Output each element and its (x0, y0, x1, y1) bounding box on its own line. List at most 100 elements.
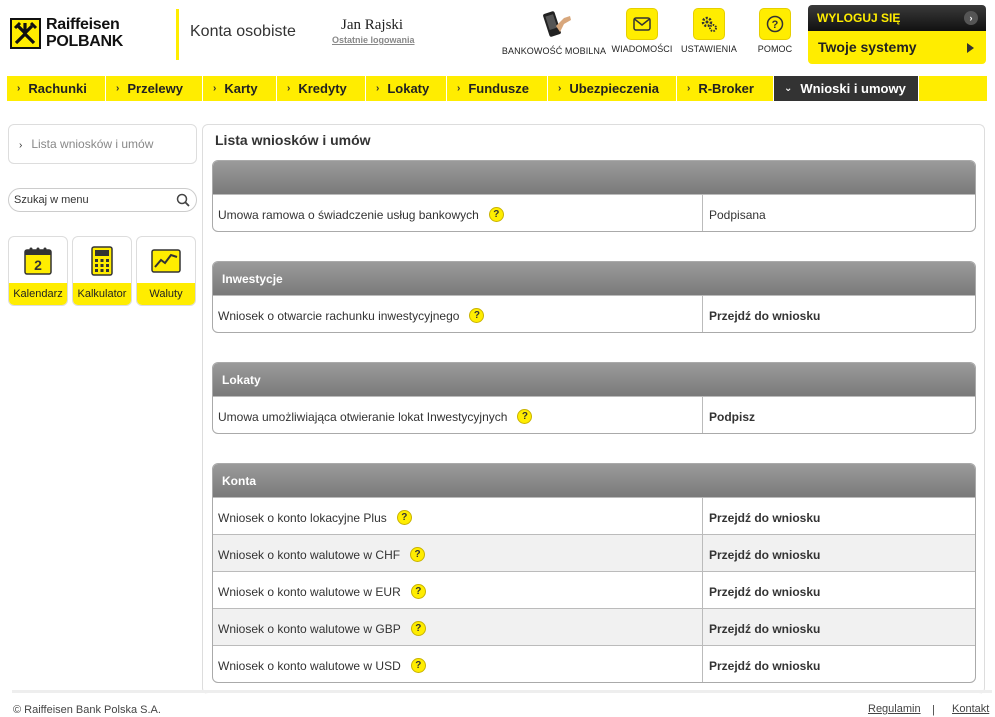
column-divider (702, 498, 703, 534)
logout-button[interactable]: WYLOGUJ SIĘ › (808, 5, 986, 31)
sidebar-item-label: Lista wniosków i umów (31, 137, 154, 151)
go-to-application-link[interactable]: Przejdź do wniosku (709, 585, 820, 599)
row-name-text: Wniosek o konto walutowe w USD (218, 659, 401, 673)
table-row: Wniosek o konto walutowe w CHF? Przejdź … (213, 534, 975, 571)
search-icon[interactable] (176, 193, 190, 212)
go-to-application-link[interactable]: Przejdź do wniosku (709, 309, 820, 323)
help-icon[interactable]: ? (410, 547, 426, 562)
column-divider (702, 646, 703, 682)
help-icon[interactable]: ? (410, 658, 426, 673)
settings-icon (693, 8, 725, 40)
nav-item-lokaty[interactable]: › Lokaty (366, 76, 447, 101)
chevron-right-icon: › (964, 11, 978, 25)
help-icon[interactable]: ? (410, 584, 426, 599)
column-divider (702, 397, 703, 433)
footer-link-regulamin[interactable]: Regulamin (868, 703, 921, 715)
main-nav: › Rachunki › Przelewy › Karty › Kredyty › Lok… (7, 76, 987, 101)
nav-item-r-broker[interactable]: › R-Broker (677, 76, 774, 101)
main-panel: Lista wniosków i umów Umowa ramowa o świ… (202, 124, 985, 694)
row-name: Wniosek o konto walutowe w EUR? (218, 584, 426, 599)
help-icon[interactable]: ? (396, 510, 412, 525)
section-title: Konta osobiste (190, 23, 296, 40)
svg-text:?: ? (772, 19, 779, 31)
row-name-text: Umowa umożliwiająca otwieranie lokat Inw… (218, 410, 508, 424)
nav-item-ubezpieczenia[interactable]: › Ubezpieczenia (548, 76, 677, 101)
mobile-banking-icon (534, 8, 574, 42)
nav-item-label: Karty (224, 81, 258, 96)
table-row: Wniosek o konto walutowe w EUR? Przejdź … (213, 571, 975, 608)
search-input[interactable] (14, 194, 164, 206)
group-header: Konta (213, 464, 975, 497)
nav-item-wnioski-i-umowy[interactable]: ⌄ Wnioski i umowy (774, 76, 919, 101)
group-header (213, 161, 975, 194)
nav-item-label: Przelewy (127, 81, 183, 96)
go-to-application-link[interactable]: Przejdź do wniosku (709, 548, 820, 562)
footer-link-kontakt[interactable]: Kontakt (952, 703, 989, 715)
chevron-right-icon: › (687, 83, 691, 94)
nav-item-label: Fundusze (468, 81, 530, 96)
chevron-right-icon: › (116, 83, 120, 94)
group-konta: Konta Wniosek o konto lokacyjne Plus? Pr… (212, 463, 976, 683)
chevron-right-icon: › (287, 83, 291, 94)
go-to-application-link[interactable]: Przejdź do wniosku (709, 659, 820, 673)
help-label: POMOC (757, 44, 793, 54)
nav-item-label: Rachunki (28, 81, 87, 96)
calculator-tool-label: Kalkulator (73, 283, 131, 305)
settings-button[interactable]: USTAWIENIA (678, 8, 740, 54)
column-divider (702, 535, 703, 571)
footer-separator: | (932, 704, 935, 716)
header: Raiffeisen POLBANK Konta osobiste Jan Ra… (0, 0, 995, 70)
logo-text-polbank: POLBANK (46, 33, 124, 50)
sidebar-item-lista-wnioskow[interactable]: › Lista wniosków i umów (8, 124, 197, 164)
your-systems-label: Twoje systemy (818, 39, 917, 55)
table-row: Wniosek o konto lokacyjne Plus? Przejdź … (213, 497, 975, 534)
help-icon[interactable]: ? (517, 409, 533, 424)
go-to-application-link[interactable]: Przejdź do wniosku (709, 622, 820, 636)
group-header: Inwestycje (213, 262, 975, 295)
calculator-tool[interactable]: Kalkulator (72, 236, 132, 306)
help-button[interactable]: ? POMOC (755, 8, 795, 54)
nav-item-kredyty[interactable]: › Kredyty (277, 76, 366, 101)
nav-item-karty[interactable]: › Karty (203, 76, 277, 101)
calendar-tool-label: Kalendarz (9, 283, 67, 305)
bank-logo[interactable]: Raiffeisen POLBANK (10, 16, 130, 52)
nav-item-label: Lokaty (387, 81, 430, 96)
settings-label: USTAWIENIA (680, 44, 737, 54)
column-divider (702, 296, 703, 332)
logo-text-raiffeisen: Raiffeisen (46, 16, 120, 33)
table-row: Wniosek o otwarcie rachunku inwestycyjne… (213, 295, 975, 332)
help-icon[interactable]: ? (469, 308, 485, 323)
nav-item-rachunki[interactable]: › Rachunki (7, 76, 106, 101)
group-inwestycje: Inwestycje Wniosek o otwarcie rachunku i… (212, 261, 976, 333)
row-name-text: Wniosek o otwarcie rachunku inwestycyjne… (218, 309, 460, 323)
user-name: Jan Rajski (341, 17, 404, 33)
messages-icon (626, 8, 658, 40)
chevron-down-icon: ⌄ (784, 83, 793, 94)
chevron-right-icon: › (19, 140, 23, 151)
row-name-text: Wniosek o konto walutowe w EUR (218, 585, 401, 599)
nav-item-przelewy[interactable]: › Przelewy (106, 76, 203, 101)
mobile-banking-button[interactable]: BANKOWOŚĆ MOBILNA (500, 8, 608, 56)
row-name: Wniosek o konto walutowe w USD? (218, 658, 426, 673)
row-name-text: Wniosek o konto walutowe w CHF (218, 548, 401, 562)
sign-link[interactable]: Podpisz (709, 410, 755, 424)
your-systems-button[interactable]: Twoje systemy (808, 31, 986, 64)
nav-item-fundusze[interactable]: › Fundusze (447, 76, 548, 101)
row-name: Wniosek o konto walutowe w GBP? (218, 621, 426, 636)
help-icon[interactable]: ? (410, 621, 426, 636)
help-icon[interactable]: ? (488, 207, 504, 222)
table-row: Wniosek o konto walutowe w USD? Przejdź … (213, 645, 975, 682)
messages-button[interactable]: WIADOMOŚCI (610, 8, 674, 54)
row-name-text: Umowa ramowa o świadczenie usług bankowy… (218, 208, 479, 222)
messages-label: WIADOMOŚCI (611, 44, 673, 54)
calendar-icon: 2 (24, 247, 52, 275)
row-name: Wniosek o otwarcie rachunku inwestycyjne… (218, 308, 485, 323)
logout-label: WYLOGUJ SIĘ (817, 11, 901, 25)
chevron-right-icon: › (17, 83, 21, 94)
calendar-tool[interactable]: 2 Kalendarz (8, 236, 68, 306)
go-to-application-link[interactable]: Przejdź do wniosku (709, 511, 820, 525)
logo-mark-icon (10, 18, 41, 49)
currency-tool[interactable]: Waluty (136, 236, 196, 306)
last-login-link[interactable]: Ostatnie logowania (332, 35, 415, 45)
help-icon: ? (759, 8, 791, 40)
